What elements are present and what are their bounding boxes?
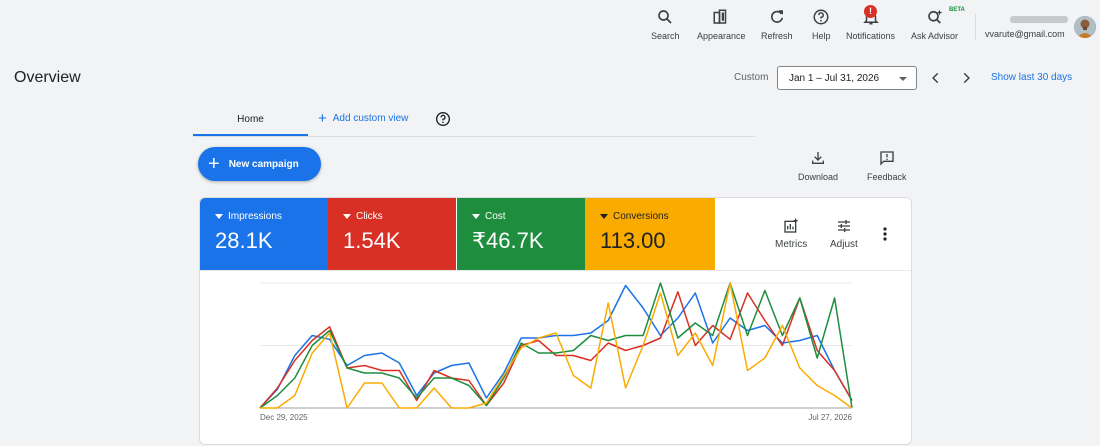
dropdown-arrow-icon bbox=[215, 214, 223, 219]
help-label: Help bbox=[812, 31, 831, 41]
avatar[interactable] bbox=[1074, 16, 1096, 38]
metric-value: 28.1K bbox=[215, 228, 273, 253]
metrics-button[interactable]: Metrics bbox=[775, 218, 807, 250]
notifications-label: Notifications bbox=[846, 31, 896, 41]
add-custom-view-label: Add custom view bbox=[332, 113, 409, 124]
more-options-icon[interactable] bbox=[880, 226, 890, 242]
search-icon bbox=[658, 10, 672, 24]
help-icon bbox=[813, 9, 829, 25]
search-label: Search bbox=[651, 31, 680, 41]
beta-badge: BETA bbox=[949, 7, 965, 13]
next-period-button[interactable] bbox=[959, 71, 973, 85]
custom-label: Custom bbox=[734, 72, 769, 83]
metric-conversions[interactable]: Conversions 113.00 bbox=[585, 198, 715, 270]
account-email[interactable]: vvarute@gmail.com bbox=[985, 29, 1065, 39]
series-line-clicks bbox=[259, 291, 853, 409]
metric-value: 1.54K bbox=[343, 228, 401, 253]
refresh-label: Refresh bbox=[761, 31, 793, 41]
metric-name: Clicks bbox=[356, 211, 383, 222]
dropdown-arrow-icon bbox=[343, 214, 351, 219]
new-campaign-button[interactable]: + New campaign bbox=[198, 147, 321, 181]
topbar-divider bbox=[975, 14, 976, 40]
help-icon[interactable] bbox=[435, 111, 451, 127]
download-label: Download bbox=[798, 172, 839, 182]
adjust-sliders-icon bbox=[837, 220, 850, 232]
metric-impressions[interactable]: Impressions 28.1K bbox=[200, 198, 328, 270]
feedback-icon bbox=[880, 151, 894, 166]
dropdown-caret-icon bbox=[899, 77, 907, 81]
metrics-label: Metrics bbox=[775, 239, 808, 250]
metric-name: Cost bbox=[485, 211, 506, 222]
new-campaign-label: New campaign bbox=[228, 158, 299, 170]
feedback-label: Feedback bbox=[867, 172, 907, 182]
show-last-30-days-link[interactable]: Show last 30 days bbox=[991, 72, 1072, 83]
performance-card: Impressions 28.1K Clicks 1.54K Cost ₹46.… bbox=[199, 197, 912, 445]
metrics-chart-icon bbox=[784, 218, 798, 233]
series-line-impressions bbox=[259, 284, 853, 409]
date-range-value: Jan 1 – Jul 31, 2026 bbox=[789, 72, 880, 84]
adjust-label: Adjust bbox=[830, 239, 858, 250]
search-button[interactable]: Search bbox=[651, 8, 680, 41]
metric-name: Impressions bbox=[228, 211, 282, 222]
metric-value: ₹46.7K bbox=[472, 228, 544, 253]
top-bar: Search Appearance Refresh Help ! Notific… bbox=[0, 0, 1100, 50]
tabs-divider bbox=[193, 136, 755, 137]
tab-home[interactable]: Home bbox=[193, 106, 308, 136]
refresh-button[interactable]: Refresh bbox=[761, 8, 793, 41]
refresh-icon bbox=[770, 10, 783, 23]
ask-advisor-icon bbox=[927, 9, 943, 24]
dropdown-arrow-icon bbox=[472, 214, 480, 219]
plus-icon: + bbox=[208, 153, 220, 175]
metric-clicks[interactable]: Clicks 1.54K bbox=[328, 198, 456, 270]
metric-name: Conversions bbox=[613, 211, 669, 222]
appearance-button[interactable]: Appearance bbox=[697, 8, 746, 41]
notifications-button[interactable]: ! Notifications bbox=[846, 5, 896, 41]
appearance-icon bbox=[713, 9, 727, 24]
notification-badge: ! bbox=[864, 5, 877, 18]
feedback-button[interactable]: Feedback bbox=[867, 150, 907, 182]
chart-grid bbox=[260, 282, 852, 409]
appearance-label: Appearance bbox=[697, 31, 746, 41]
performance-line-chart: Dec 29, 2025 Jul 27, 2026 bbox=[259, 282, 853, 422]
download-icon bbox=[812, 152, 825, 164]
page-title: Overview bbox=[14, 69, 81, 86]
x-axis-end-label: Jul 27, 2026 bbox=[808, 413, 852, 422]
account-name-redacted bbox=[1010, 16, 1068, 23]
add-custom-view-button[interactable]: + Add custom view bbox=[318, 109, 409, 127]
x-axis-start-label: Dec 29, 2025 bbox=[260, 413, 308, 422]
ask-advisor-label: Ask Advisor bbox=[911, 31, 959, 41]
metric-value: 113.00 bbox=[600, 228, 666, 253]
previous-period-button[interactable] bbox=[929, 71, 943, 85]
date-range-picker[interactable]: Jan 1 – Jul 31, 2026 bbox=[777, 66, 917, 90]
help-button[interactable]: Help bbox=[812, 8, 831, 41]
plus-icon: + bbox=[318, 109, 327, 127]
metric-cost[interactable]: Cost ₹46.7K bbox=[457, 198, 585, 270]
ask-advisor-button[interactable]: BETA Ask Advisor bbox=[911, 7, 965, 41]
dropdown-arrow-icon bbox=[600, 214, 608, 219]
download-button[interactable]: Download bbox=[798, 150, 838, 182]
avatar-image bbox=[1074, 16, 1096, 38]
adjust-button[interactable]: Adjust bbox=[830, 218, 858, 250]
